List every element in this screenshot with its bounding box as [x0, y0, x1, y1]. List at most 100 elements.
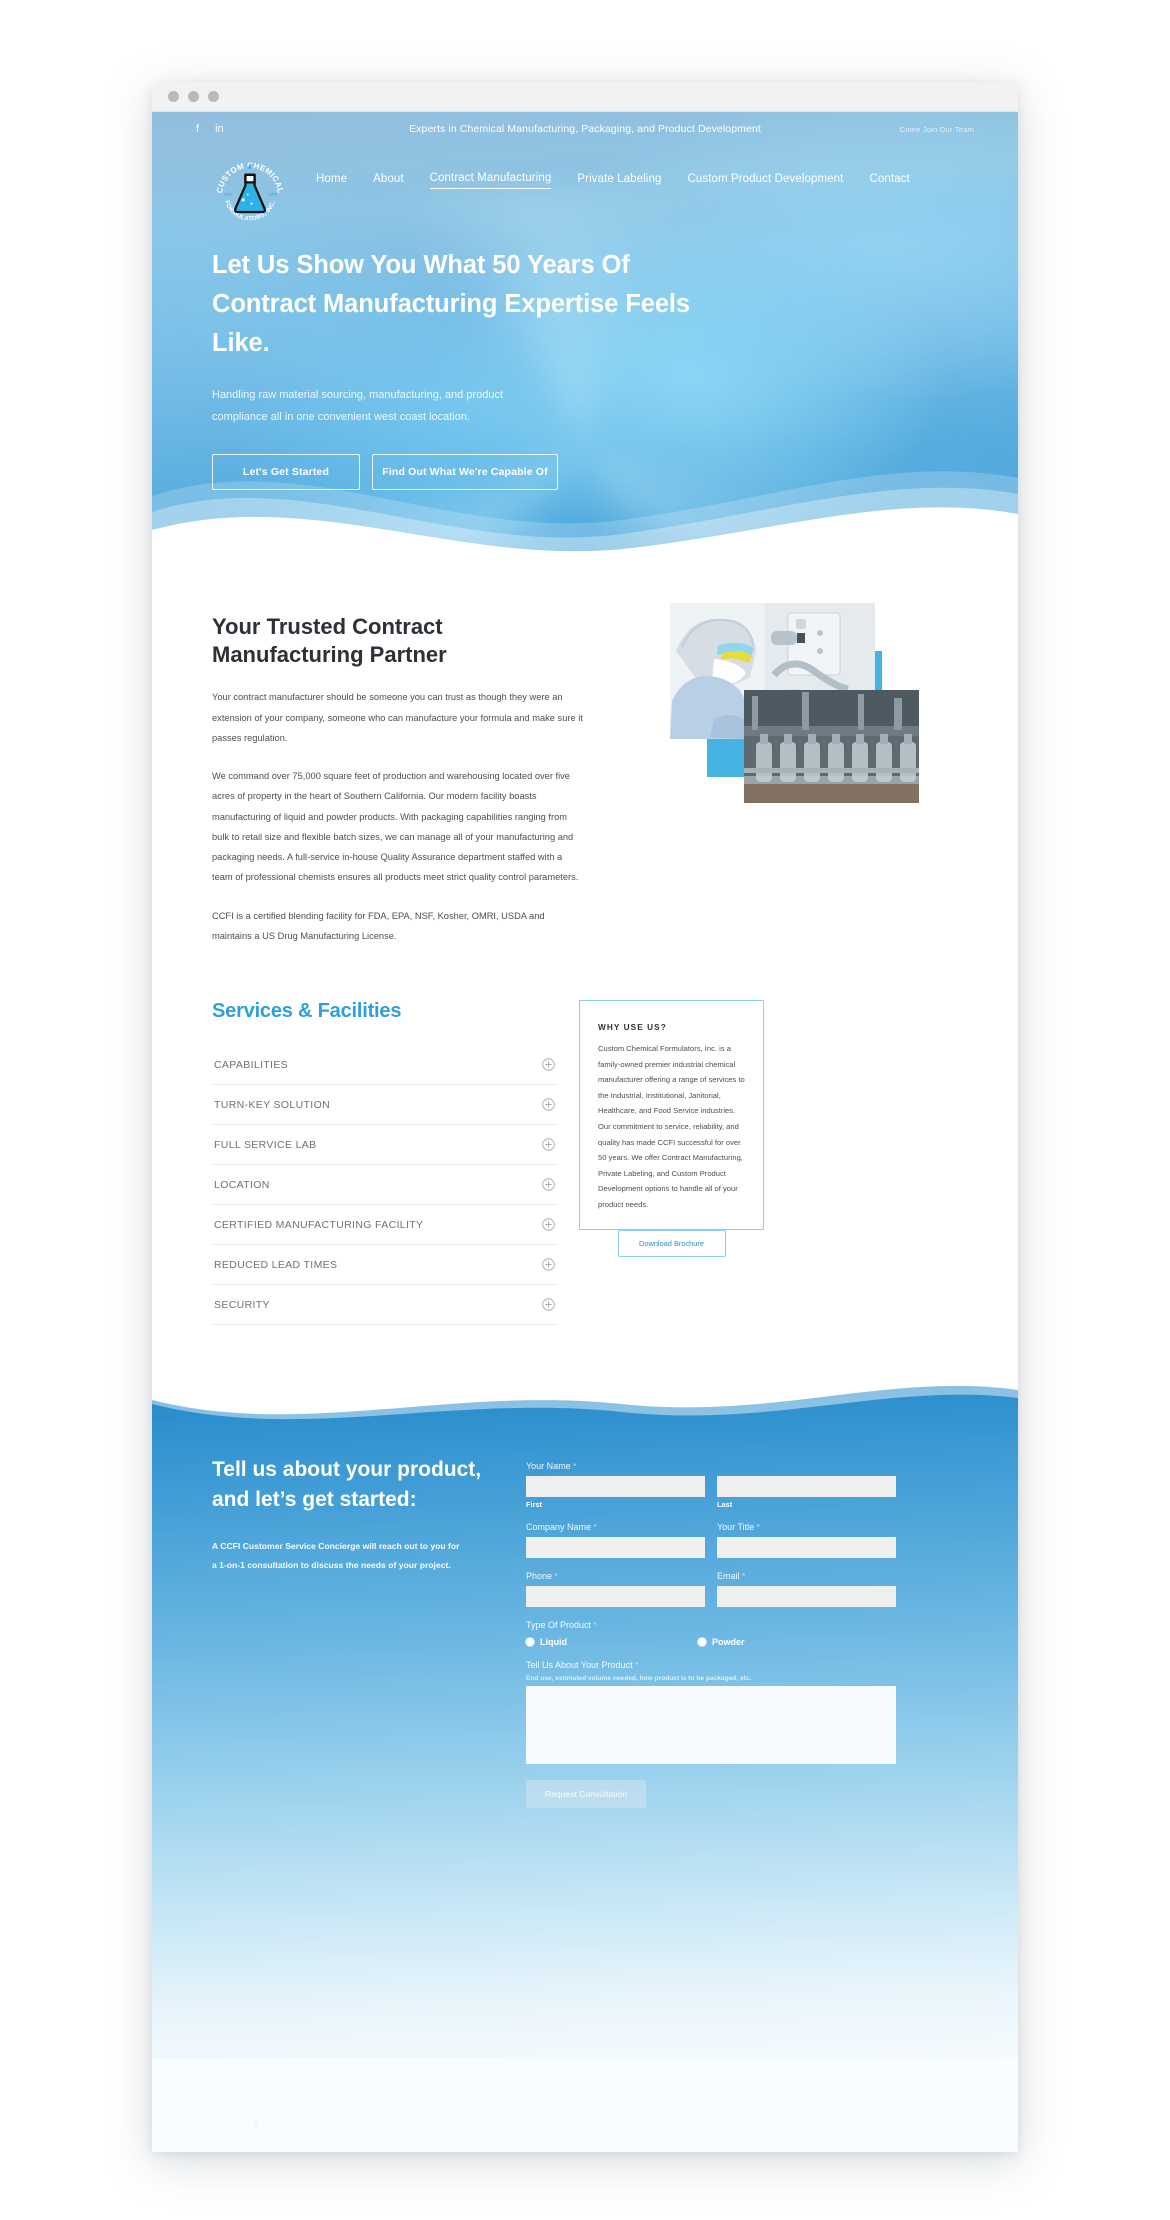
utility-bar: f in Experts in Chemical Manufacturing, …: [152, 112, 1018, 146]
company-name-label: Company Name *: [526, 1522, 597, 1533]
footer-link-home[interactable]: Home: [805, 2120, 964, 2142]
svg-text:EST.: EST.: [225, 192, 233, 196]
last-name-sublabel: Last: [717, 1500, 733, 1510]
svg-text:1964: 1964: [268, 192, 276, 196]
nav-item-custom-product-development[interactable]: Custom Product Development: [687, 173, 843, 189]
page-viewport: f in Experts in Chemical Manufacturing, …: [152, 112, 1018, 2152]
required-asterisk: *: [593, 1621, 597, 1631]
services-list-column: Services & Facilities CAPABILITIES TURN-…: [212, 1000, 557, 1326]
why-use-us-body: Custom Chemical Formulators, Inc. is a f…: [598, 1044, 745, 1209]
product-type-radios: Liquid Powder: [526, 1637, 896, 1647]
footer-flask-logo-icon: CUSTOM CHEMICAL: [210, 2115, 302, 2152]
accordion-item-reduced-lead-times[interactable]: REDUCED LEAD TIMES: [212, 1245, 557, 1286]
accordion-item-security[interactable]: SECURITY: [212, 1285, 557, 1326]
social-links: f in: [196, 123, 224, 135]
required-asterisk: *: [573, 1462, 577, 1472]
required-asterisk: *: [635, 1661, 639, 1671]
request-consultation-button[interactable]: Request Consultation: [526, 1780, 646, 1809]
accordion-item-capabilities[interactable]: CAPABILITIES: [212, 1045, 557, 1086]
about-paragraph-3: CCFI is a certified blending facility fo…: [212, 910, 545, 941]
contact-content: Tell us about your product, and let’s ge…: [152, 1369, 1018, 1809]
accordion-label: FULL SERVICE LAB: [214, 1138, 317, 1151]
accordion-label: TURN-KEY SOLUTION: [214, 1098, 331, 1111]
accordion-item-turn-key-solution[interactable]: TURN-KEY SOLUTION: [212, 1085, 557, 1126]
page-root: f in Experts in Chemical Manufacturing, …: [0, 0, 1170, 2220]
first-name-sublabel: First: [526, 1500, 543, 1510]
hero-headline: Let Us Show You What 50 Years Of Contrac…: [212, 251, 690, 357]
footer-link-about[interactable]: About: [805, 2142, 964, 2152]
accordion-label: CERTIFIED MANUFACTURING FACILITY: [214, 1218, 424, 1231]
site-logo[interactable]: CUSTOM CHEMICAL FORMULATORS, INC. EST. 1…: [212, 152, 288, 228]
get-started-button[interactable]: Let's Get Started: [212, 454, 360, 491]
linkedin-icon[interactable]: in: [215, 123, 224, 135]
nav-item-contact[interactable]: Contact: [869, 173, 909, 189]
contact-heading: Tell us about your product, and let’s ge…: [212, 1458, 482, 1512]
last-name-input[interactable]: [717, 1476, 896, 1498]
last-name-group: Last: [717, 1476, 896, 1509]
services-heading: Services & Facilities: [212, 1000, 402, 1023]
footer-about-heading: About Us: [340, 2093, 382, 2105]
product-type-group: Type Of Product * Liquid Powder: [526, 1620, 896, 1647]
accordion-item-certified-manufacturing-facility[interactable]: CERTIFIED MANUFACTURING FACILITY: [212, 1205, 557, 1246]
product-description-textarea[interactable]: [526, 1686, 896, 1765]
window-minimize-dot[interactable]: [188, 91, 199, 102]
first-name-input[interactable]: [526, 1476, 705, 1498]
capabilities-button[interactable]: Find Out What We're Capable Of: [372, 454, 558, 491]
footer-links-column: Quick Links Home About Contract Manufact…: [805, 2093, 964, 2152]
company-name-input[interactable]: [526, 1537, 705, 1559]
required-asterisk: *: [756, 1523, 760, 1533]
about-paragraph-2: We command over 75,000 square feet of pr…: [212, 771, 579, 883]
product-description-group: Tell Us About Your Product * End use, es…: [526, 1660, 896, 1765]
about-paragraph-1: Your contract manufacturer should be som…: [212, 692, 583, 743]
email-label: Email *: [717, 1571, 746, 1582]
your-title-input[interactable]: [717, 1537, 896, 1559]
main-navigation-row: CUSTOM CHEMICAL FORMULATORS, INC. EST. 1…: [152, 146, 1018, 228]
accordion-item-location[interactable]: LOCATION: [212, 1165, 557, 1206]
services-accordion: CAPABILITIES TURN-KEY SOLUTION FULL SERV…: [212, 1045, 557, 1326]
product-description-label: Tell Us About Your Product *: [526, 1660, 639, 1671]
plus-circle-icon: [542, 1258, 555, 1271]
careers-link[interactable]: Come Join Our Team: [900, 125, 974, 134]
radio-option-liquid[interactable]: Liquid: [526, 1637, 698, 1647]
footer-links-heading: Quick Links: [805, 2093, 857, 2105]
email-input[interactable]: [717, 1586, 896, 1608]
facebook-icon[interactable]: f: [196, 123, 199, 135]
phone-group: Phone *: [526, 1571, 705, 1608]
radio-option-powder[interactable]: Powder: [698, 1637, 870, 1647]
nav-item-about[interactable]: About: [373, 173, 404, 189]
hero-buttons: Let's Get Started Find Out What We're Ca…: [212, 454, 712, 491]
accordion-item-full-service-lab[interactable]: FULL SERVICE LAB: [212, 1125, 557, 1166]
phone-input[interactable]: [526, 1586, 705, 1608]
accordion-label: CAPABILITIES: [214, 1058, 289, 1071]
accordion-label: SECURITY: [214, 1298, 270, 1311]
about-section: Your Trusted Contract Manufacturing Part…: [152, 567, 1018, 947]
name-row: First Last: [526, 1476, 896, 1509]
nav-item-home[interactable]: Home: [316, 173, 347, 189]
product-type-label: Type Of Product *: [526, 1620, 597, 1631]
nav-links: Home About Contract Manufacturing Privat…: [316, 172, 910, 209]
radio-label-powder: Powder: [712, 1637, 745, 1648]
accordion-label: LOCATION: [214, 1178, 270, 1191]
accordion-label: REDUCED LEAD TIMES: [214, 1258, 338, 1271]
footer-logo[interactable]: CUSTOM CHEMICAL: [206, 2103, 306, 2152]
browser-titlebar: [152, 82, 1018, 112]
download-brochure-button[interactable]: Download Brochure: [617, 1230, 726, 1258]
window-maximize-dot[interactable]: [208, 91, 219, 102]
hero-section: f in Experts in Chemical Manufacturing, …: [152, 112, 1018, 567]
consultation-form: Your Name * First Last Company Name * Yo…: [526, 1455, 896, 1809]
bottling-line-image: [744, 690, 919, 803]
contact-subtext: A CCFI Customer Service Concierge will r…: [212, 1540, 460, 1570]
bottling-line-photo: [744, 690, 919, 803]
nav-item-contract-manufacturing[interactable]: Contract Manufacturing: [429, 172, 552, 189]
required-asterisk: *: [554, 1572, 558, 1582]
radio-dot-icon: [526, 1638, 534, 1647]
why-use-us-card: WHY USE US? Custom Chemical Formulators,…: [579, 1000, 764, 1258]
plus-circle-icon: [542, 1098, 555, 1111]
email-group: Email *: [717, 1571, 896, 1608]
browser-window: f in Experts in Chemical Manufacturing, …: [152, 82, 1018, 2152]
title-label-group: Your Title *: [717, 1522, 896, 1559]
window-close-dot[interactable]: [168, 91, 179, 102]
footer-about-text: CCFI is a family-owned company that has …: [340, 2124, 516, 2152]
nav-item-private-labeling[interactable]: Private Labeling: [577, 173, 661, 189]
contact-copy: Tell us about your product, and let’s ge…: [212, 1455, 502, 1808]
